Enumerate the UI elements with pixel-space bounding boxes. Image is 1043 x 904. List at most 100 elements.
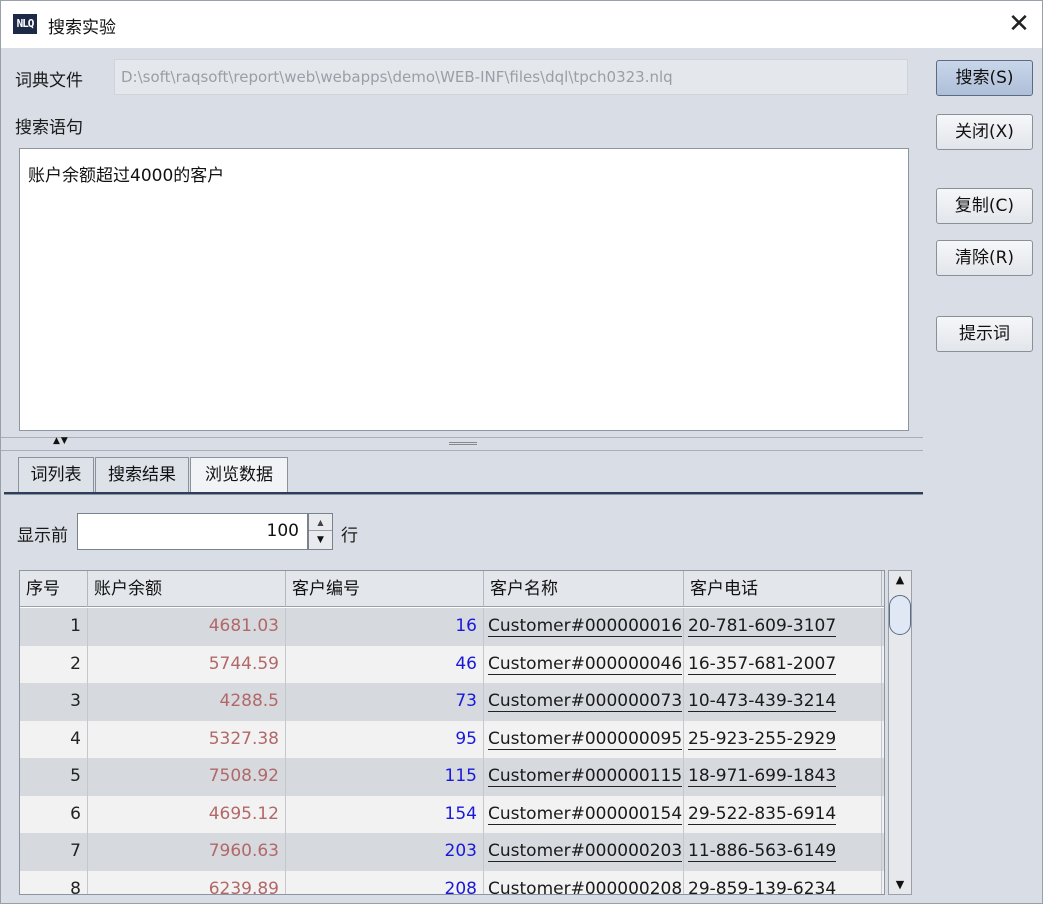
cust-phone-link[interactable]: 29-859-139-6234 — [688, 878, 837, 894]
cell-index: 1 — [20, 608, 88, 646]
tab-search-results[interactable]: 搜索结果 — [95, 457, 189, 493]
cust-name-link[interactable]: Customer#000000208 — [488, 878, 683, 894]
window-title: 搜索实验 — [48, 18, 116, 38]
cell-index: 5 — [20, 758, 88, 796]
cust-name-link[interactable]: Customer#000000073 — [488, 691, 683, 712]
cell-balance: 7508.92 — [88, 758, 286, 796]
cell-index: 3 — [20, 683, 88, 721]
table-row[interactable]: 3 4288.5 73 Customer#000000073 10-473-43… — [20, 683, 884, 721]
split-pane-divider[interactable]: ▲▼ — [1, 436, 923, 451]
query-label: 搜索语句 — [15, 118, 83, 138]
cell-cust-phone[interactable]: 18-971-699-1843 — [684, 758, 882, 796]
clear-button[interactable]: 清除(R) — [936, 240, 1033, 276]
cust-name-link[interactable]: Customer#000000046 — [488, 653, 683, 675]
cell-cust-name[interactable]: Customer#000000046 — [484, 645, 684, 683]
table-row[interactable]: 4 5327.38 95 Customer#000000095 25-923-2… — [20, 720, 884, 758]
cust-phone-link[interactable]: 18-971-699-1843 — [688, 766, 837, 787]
cust-phone-link[interactable]: 20-781-609-3107 — [688, 616, 837, 637]
row-count-input[interactable]: 100 — [77, 513, 308, 550]
cell-cust-key: 16 — [286, 608, 484, 646]
cell-cust-key: 203 — [286, 833, 484, 871]
cell-cust-name[interactable]: Customer#000000203 — [484, 833, 684, 871]
cust-phone-link[interactable]: 11-886-563-6149 — [688, 841, 837, 862]
table-header: 序号 账户余额 客户编号 客户名称 客户电话 — [20, 571, 884, 607]
dict-file-field[interactable]: D:\soft\raqsoft\report\web\webapps\demo\… — [114, 59, 908, 95]
cell-cust-name[interactable]: Customer#000000073 — [484, 683, 684, 721]
cell-index: 7 — [20, 833, 88, 871]
cust-name-link[interactable]: Customer#000000115 — [488, 766, 683, 787]
cust-name-link[interactable]: Customer#000000203 — [488, 841, 683, 862]
cell-index: 6 — [20, 795, 88, 833]
copy-button[interactable]: 复制(C) — [936, 188, 1033, 224]
dict-file-label: 词典文件 — [15, 71, 83, 91]
table-row[interactable]: 7 7960.63 203 Customer#000000203 11-886-… — [20, 833, 884, 871]
column-header-cust-phone[interactable]: 客户电话 — [684, 571, 882, 607]
cust-phone-link[interactable]: 25-923-255-2929 — [688, 728, 837, 750]
display-prefix-label: 显示前 — [17, 526, 68, 546]
cell-cust-name[interactable]: Customer#000000115 — [484, 758, 684, 796]
cell-cust-phone[interactable]: 29-522-835-6914 — [684, 795, 882, 833]
cell-balance: 4288.5 — [88, 683, 286, 721]
cust-phone-link[interactable]: 10-473-439-3214 — [688, 691, 837, 712]
search-button[interactable]: 搜索(S) — [936, 60, 1033, 96]
query-textarea[interactable]: 账户余额超过4000的客户 — [19, 148, 909, 431]
title-bar: NLQ 搜索实验 ✕ — [1, 1, 1042, 48]
column-header-index[interactable]: 序号 — [20, 571, 88, 607]
cell-index: 4 — [20, 720, 88, 758]
cust-phone-link[interactable]: 16-357-681-2007 — [688, 653, 837, 675]
collapse-arrows-icon[interactable]: ▲▼ — [53, 436, 69, 446]
cell-cust-key: 208 — [286, 870, 484, 894]
scroll-down-icon[interactable]: ▼ — [889, 876, 911, 894]
cell-cust-phone[interactable]: 11-886-563-6149 — [684, 833, 882, 871]
cell-balance: 5744.59 — [88, 645, 286, 683]
cell-cust-name[interactable]: Customer#000000095 — [484, 720, 684, 758]
cell-cust-key: 73 — [286, 683, 484, 721]
close-button[interactable]: 关闭(X) — [936, 114, 1033, 150]
cell-cust-phone[interactable]: 20-781-609-3107 — [684, 608, 882, 646]
scroll-up-icon[interactable]: ▲ — [889, 571, 911, 589]
cell-balance: 5327.38 — [88, 720, 286, 758]
table-row[interactable]: 6 4695.12 154 Customer#000000154 29-522-… — [20, 795, 884, 833]
cell-cust-name[interactable]: Customer#000000208 — [484, 870, 684, 894]
stepper-up-icon[interactable]: ▲ — [309, 514, 332, 531]
table-row[interactable]: 5 7508.92 115 Customer#000000115 18-971-… — [20, 758, 884, 796]
cell-balance: 4681.03 — [88, 608, 286, 646]
cell-balance: 7960.63 — [88, 833, 286, 871]
search-experiment-dialog: NLQ 搜索实验 ✕ 词典文件 D:\soft\raqsoft\report\w… — [0, 0, 1043, 904]
cell-index: 8 — [20, 870, 88, 894]
cust-name-link[interactable]: Customer#000000016 — [488, 616, 683, 637]
cust-name-link[interactable]: Customer#000000095 — [488, 728, 683, 750]
cust-phone-link[interactable]: 29-522-835-6914 — [688, 803, 837, 825]
table-vertical-scrollbar[interactable]: ▲ ▼ — [888, 570, 912, 895]
cell-cust-phone[interactable]: 16-357-681-2007 — [684, 645, 882, 683]
cell-cust-phone[interactable]: 29-859-139-6234 — [684, 870, 882, 894]
display-suffix-label: 行 — [341, 526, 358, 546]
cell-cust-key: 95 — [286, 720, 484, 758]
divider-grip-icon[interactable] — [449, 442, 477, 445]
table-row[interactable]: 8 6239.89 208 Customer#000000208 29-859-… — [20, 870, 884, 894]
cell-balance: 6239.89 — [88, 870, 286, 894]
column-header-cust-key[interactable]: 客户编号 — [286, 571, 484, 607]
table-row[interactable]: 2 5744.59 46 Customer#000000046 16-357-6… — [20, 645, 884, 683]
stepper-down-icon[interactable]: ▼ — [309, 532, 332, 549]
data-table: 序号 账户余额 客户编号 客户名称 客户电话 1 4681.03 16 Cust… — [19, 570, 885, 895]
cell-cust-name[interactable]: Customer#000000016 — [484, 608, 684, 646]
cell-cust-phone[interactable]: 10-473-439-3214 — [684, 683, 882, 721]
cell-cust-phone[interactable]: 25-923-255-2929 — [684, 720, 882, 758]
cell-cust-name[interactable]: Customer#000000154 — [484, 795, 684, 833]
hint-words-button[interactable]: 提示词 — [936, 316, 1033, 352]
cell-cust-key: 46 — [286, 645, 484, 683]
table-row[interactable]: 1 4681.03 16 Customer#000000016 20-781-6… — [20, 608, 884, 646]
nlq-app-icon: NLQ — [13, 14, 37, 34]
column-header-balance[interactable]: 账户余额 — [88, 571, 286, 607]
cust-name-link[interactable]: Customer#000000154 — [488, 803, 683, 825]
column-header-cust-name[interactable]: 客户名称 — [484, 571, 684, 607]
cell-cust-key: 154 — [286, 795, 484, 833]
close-icon[interactable]: ✕ — [1005, 9, 1033, 39]
cell-index: 2 — [20, 645, 88, 683]
tab-browse-data[interactable]: 浏览数据 — [190, 457, 288, 494]
row-count-stepper: ▲ ▼ — [308, 513, 333, 550]
scroll-thumb[interactable] — [889, 595, 911, 635]
tab-word-list[interactable]: 词列表 — [18, 457, 94, 493]
cell-balance: 4695.12 — [88, 795, 286, 833]
